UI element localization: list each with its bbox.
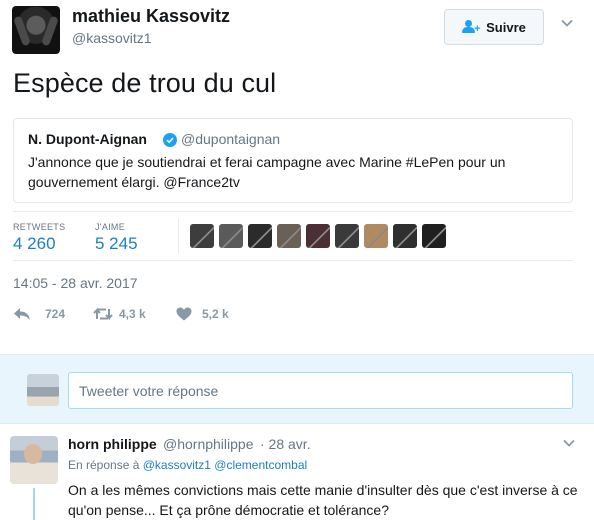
quote-text: J'annonce que je soutiendrai et ferai ca… <box>28 154 506 190</box>
divider <box>13 211 573 212</box>
reply-author-name[interactable]: horn philippe <box>68 436 157 452</box>
follow-button-label: Suivre <box>486 19 526 35</box>
liker-avatar[interactable] <box>306 224 330 248</box>
reply-author-avatar[interactable] <box>10 436 58 484</box>
reply-count: 724 <box>45 307 66 321</box>
liker-avatar[interactable] <box>393 224 417 248</box>
retweets-count[interactable]: 4 260 <box>13 234 56 254</box>
verified-badge-icon <box>163 133 177 147</box>
liker-avatar[interactable] <box>248 224 272 248</box>
reply-icon <box>14 308 30 320</box>
reply-input[interactable]: Tweeter votre réponse <box>68 372 573 409</box>
liker-avatar[interactable] <box>190 224 214 248</box>
liker-avatar[interactable] <box>422 224 446 248</box>
quote-author-name: N. Dupont-Aignan <box>28 131 147 147</box>
liker-avatar[interactable] <box>335 224 359 248</box>
reply-to-prefix: En réponse à <box>68 458 140 472</box>
liker-avatar[interactable] <box>277 224 301 248</box>
likes-label: J'AIME <box>95 222 126 232</box>
stats-separator <box>178 218 179 254</box>
likes-count[interactable]: 5 245 <box>95 234 138 254</box>
current-user-avatar <box>27 374 59 406</box>
retweet-icon <box>93 307 113 321</box>
quote-author-handle: @dupontaignan <box>181 131 281 147</box>
follow-button[interactable]: + Suivre <box>444 9 544 45</box>
like-count: 5,2 k <box>202 307 229 321</box>
liker-avatars <box>190 224 446 248</box>
author-name[interactable]: mathieu Kassovitz <box>72 6 230 27</box>
reply-to-link[interactable]: @kassovitz1 <box>143 458 211 472</box>
tweet-text: Espèce de trou du cul <box>13 68 277 98</box>
thread-line <box>33 488 35 520</box>
chevron-down-icon[interactable] <box>562 436 576 450</box>
retweet-action[interactable]: 4,3 k <box>93 305 146 323</box>
like-action[interactable]: 5,2 k <box>176 305 229 323</box>
reply-to-link[interactable]: @clementcombal <box>214 458 307 472</box>
reply-to-line: En réponse à @kassovitz1 @clementcombal <box>68 458 307 472</box>
reply-time[interactable]: · 28 avr. <box>260 436 311 452</box>
retweets-label: RETWEETS <box>13 222 66 232</box>
heart-icon <box>176 307 192 321</box>
quoted-tweet[interactable]: N. Dupont-Aignan @dupontaignan J'annonce… <box>13 118 573 203</box>
author-handle[interactable]: @kassovitz1 <box>72 30 152 46</box>
follow-person-icon: + <box>462 20 481 35</box>
chevron-down-icon[interactable] <box>560 16 574 30</box>
reply-text: On a les mêmes convictions mais cette ma… <box>68 482 578 518</box>
reply-author-handle[interactable]: @hornphilippe <box>163 436 254 452</box>
liker-avatar[interactable] <box>219 224 243 248</box>
reply-composer: Tweeter votre réponse <box>0 354 594 424</box>
liker-avatar[interactable] <box>364 224 388 248</box>
author-avatar[interactable] <box>12 6 60 54</box>
tweet-timestamp[interactable]: 14:05 - 28 avr. 2017 <box>13 275 138 291</box>
retweet-count: 4,3 k <box>119 307 146 321</box>
reply-action[interactable]: 724 <box>13 305 65 323</box>
divider <box>13 260 573 261</box>
